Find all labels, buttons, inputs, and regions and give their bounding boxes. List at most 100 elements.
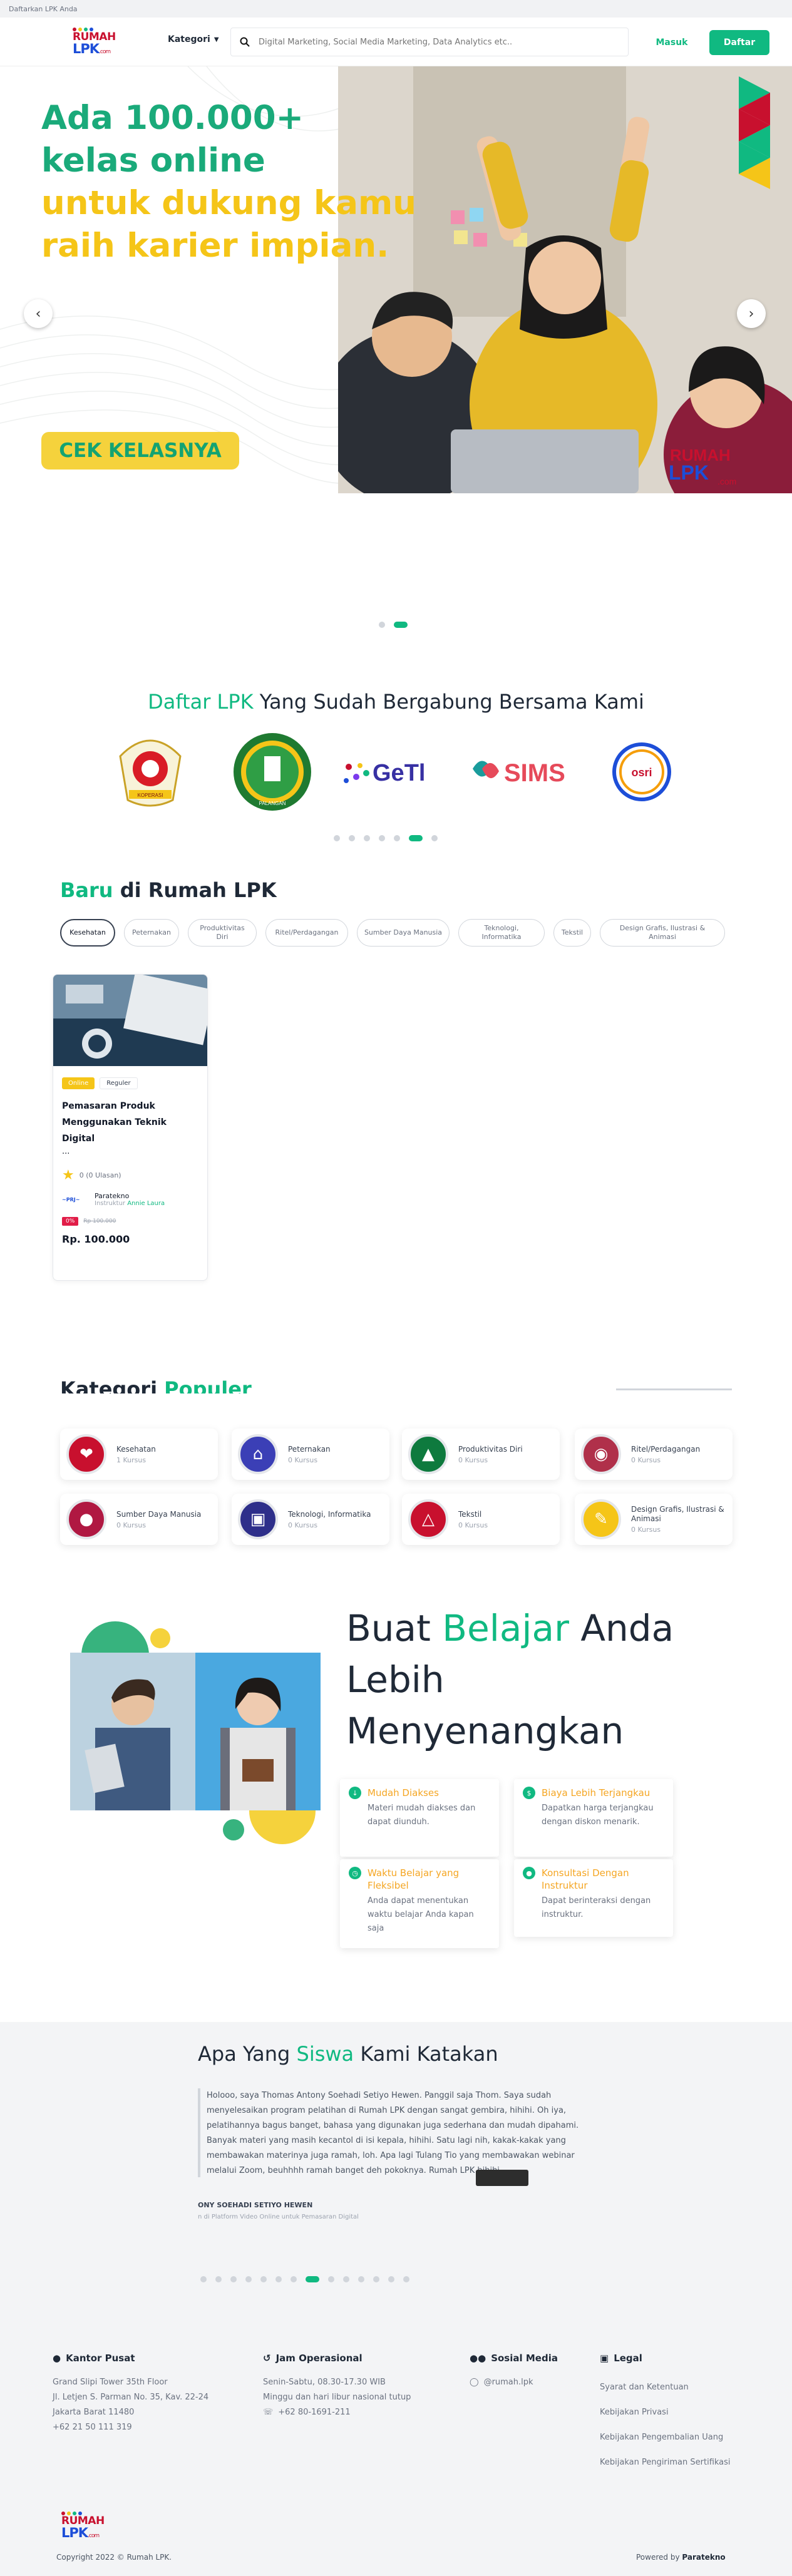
pencil-icon: ✎ [581,1499,621,1539]
pagination-dot-active[interactable] [306,2276,319,2282]
legal-link-terms[interactable]: Syarat dan Ketentuan [600,2375,763,2400]
powered-by-link[interactable]: Paratekno [682,2553,725,2562]
kategori-card[interactable]: ▣ Teknologi, Informatika 0 Kursus [232,1494,389,1545]
kategori-name: Teknologi, Informatika [288,1509,371,1519]
feature-desc: Dapat berinteraksi dengan instruktur. [542,1896,651,1919]
kategori-card[interactable]: ✎ Design Grafis, Ilustrasi & Animasi 0 Kur… [575,1494,733,1545]
office-line: Jl. Letjen S. Parman No. 35, Kav. 22-24 [53,2393,209,2402]
tab-sumber-daya-manusia[interactable]: Sumber Daya Manusia [357,919,450,947]
kategori-count: 0 Kursus [631,1526,661,1534]
pagination-dot[interactable] [364,835,370,841]
pagination-dot-active[interactable] [409,835,423,841]
kategori-card[interactable]: ● Sumber Daya Manusia 0 Kursus [60,1494,218,1545]
pagination-dot[interactable] [373,2276,379,2282]
provider-name[interactable]: Paratekno [95,1192,165,1200]
pagination-dot[interactable] [379,622,385,628]
cek-kelas-button[interactable]: CEK KELASNYA [41,432,239,470]
pagination-dot[interactable] [334,835,340,841]
computer-icon: ▣ [238,1499,278,1539]
legal-link-refund[interactable]: Kebijakan Pengembalian Uang [600,2425,763,2450]
pagination-dot[interactable] [200,2276,207,2282]
feature-title: Mudah Diakses [368,1787,439,1799]
pagination-dot[interactable] [388,2276,394,2282]
kategori-card[interactable]: △ Tekstil 0 Kursus [402,1494,560,1545]
pagination-dot[interactable] [245,2276,252,2282]
feature-title: Biaya Lebih Terjangkau [542,1787,651,1799]
decor-yellow-dot [150,1628,170,1648]
instructor-name[interactable]: Annie Laura [127,1200,165,1207]
pagination-dot[interactable] [291,2276,297,2282]
star-icon: ★ [62,1167,75,1183]
seal-logo-2[interactable]: PALANGAN [232,731,313,813]
kategori-card[interactable]: ▲ Produktivitas Diri 0 Kursus [402,1429,560,1480]
pagination-dot[interactable] [275,2276,282,2282]
pagination-dot[interactable] [431,835,438,841]
tab-kesehatan[interactable]: Kesehatan [60,919,115,947]
course-title[interactable]: Pemasaran Produk Menggunakan Teknik Digi… [62,1098,198,1147]
instagram-link[interactable]: ◯ @rumah.lpk [470,2375,582,2390]
kategori-card[interactable]: ⌂ Peternakan 0 Kursus [232,1429,389,1480]
chart-growth-icon: ▲ [408,1434,448,1474]
feature-card-biaya: $ Biaya Lebih Terjangkau Dapatkan harga t… [514,1779,673,1857]
students-photo [70,1653,321,1810]
tab-produktivitas-diri[interactable]: Produktivitas Diri [188,919,257,947]
pagination-dot[interactable] [403,2276,409,2282]
online-badge: Online [62,1077,95,1089]
kategori-count: 0 Kursus [458,1521,488,1529]
download-icon: ↓ [349,1787,361,1799]
pagination-dot[interactable] [328,2276,334,2282]
pagination-dot[interactable] [260,2276,267,2282]
svg-text:GeTl: GeTl [373,760,425,786]
house-icon: ⌂ [238,1434,278,1474]
whatsapp-contact[interactable]: ☏ +62 80-1691-211 [263,2405,451,2420]
search-bar[interactable] [230,28,629,56]
kategori-dropdown[interactable]: Kategori ▼ [168,34,219,44]
header-logo[interactable]: RUMAH LPK.com [73,28,116,56]
register-lpk-link[interactable]: Daftarkan LPK Anda [0,0,792,18]
pagination-dot[interactable] [215,2276,222,2282]
baru-section-title: Baru di Rumah LPK [60,878,277,902]
hero-headline-3: untuk dukung kamu [41,184,416,222]
powered-by: Powered by Paratekno [636,2553,726,2562]
pagination-dot[interactable] [230,2276,237,2282]
pagination-dot[interactable] [394,835,400,841]
kategori-name: Produktivitas Diri [458,1444,523,1454]
login-button[interactable]: Masuk [645,30,699,55]
tab-teknologi-informatika[interactable]: Teknologi, Informatika [458,919,545,947]
footer-logo[interactable]: RUMAH LPK.com [61,2512,105,2540]
feature-title: Waktu Belajar yang Fleksibel [368,1867,460,1891]
tab-peternakan[interactable]: Peternakan [124,919,179,947]
seal-logo-1[interactable]: KOPERASI [108,731,193,813]
pagination-dot[interactable] [358,2276,364,2282]
course-card[interactable]: Online Reguler Pemasaran Produk Mengguna… [53,974,208,1281]
kategori-card[interactable]: ❤ Kesehatan 1 Kursus [60,1429,218,1480]
pagination-dot[interactable] [343,2276,349,2282]
pagination-dot[interactable] [379,835,385,841]
legal-link-certificate[interactable]: Kebijakan Pengiriman Sertifikasi [600,2450,763,2475]
hero-headline-1: Ada 100.000+ [41,99,304,137]
kategori-count: 0 Kursus [116,1521,147,1529]
kategori-card[interactable]: ◉ Ritel/Perdagangan 0 Kursus [575,1429,733,1480]
tab-ritel-perdagangan[interactable]: Ritel/Perdagangan [265,919,348,947]
hero-prev-arrow[interactable]: ‹ [24,299,53,328]
getl-logo[interactable]: GeTl [341,731,448,813]
office-phone[interactable]: +62 21 50 111 319 [53,2420,240,2435]
pagination-dot[interactable] [349,835,355,841]
tab-design-grafis[interactable]: Design Grafis, Ilustrasi & Animasi [600,919,725,947]
book-icon: ▣ [600,2353,609,2364]
legal-link-privacy[interactable]: Kebijakan Privasi [600,2400,763,2425]
tab-tekstil[interactable]: Tekstil [553,919,591,947]
kategori-label: Kategori [168,34,210,44]
video-thumbnail[interactable] [476,2170,528,2186]
feature-desc: Dapatkan harga terjangkau dengan diskon … [542,1804,654,1827]
register-button[interactable]: Daftar [709,30,769,55]
hours-heading: Jam Operasional [275,2353,363,2364]
osri-logo[interactable]: osri [607,731,676,813]
kategori-name: Design Grafis, Ilustrasi & Animasi [631,1505,724,1523]
sims-logo[interactable]: SIMS [466,731,576,813]
pagination-dot-active[interactable] [394,622,408,628]
search-input[interactable] [259,37,609,47]
wallet-icon: $ [523,1787,535,1799]
hero-next-arrow[interactable]: › [737,299,766,328]
kategori-name: Tekstil [458,1509,482,1519]
